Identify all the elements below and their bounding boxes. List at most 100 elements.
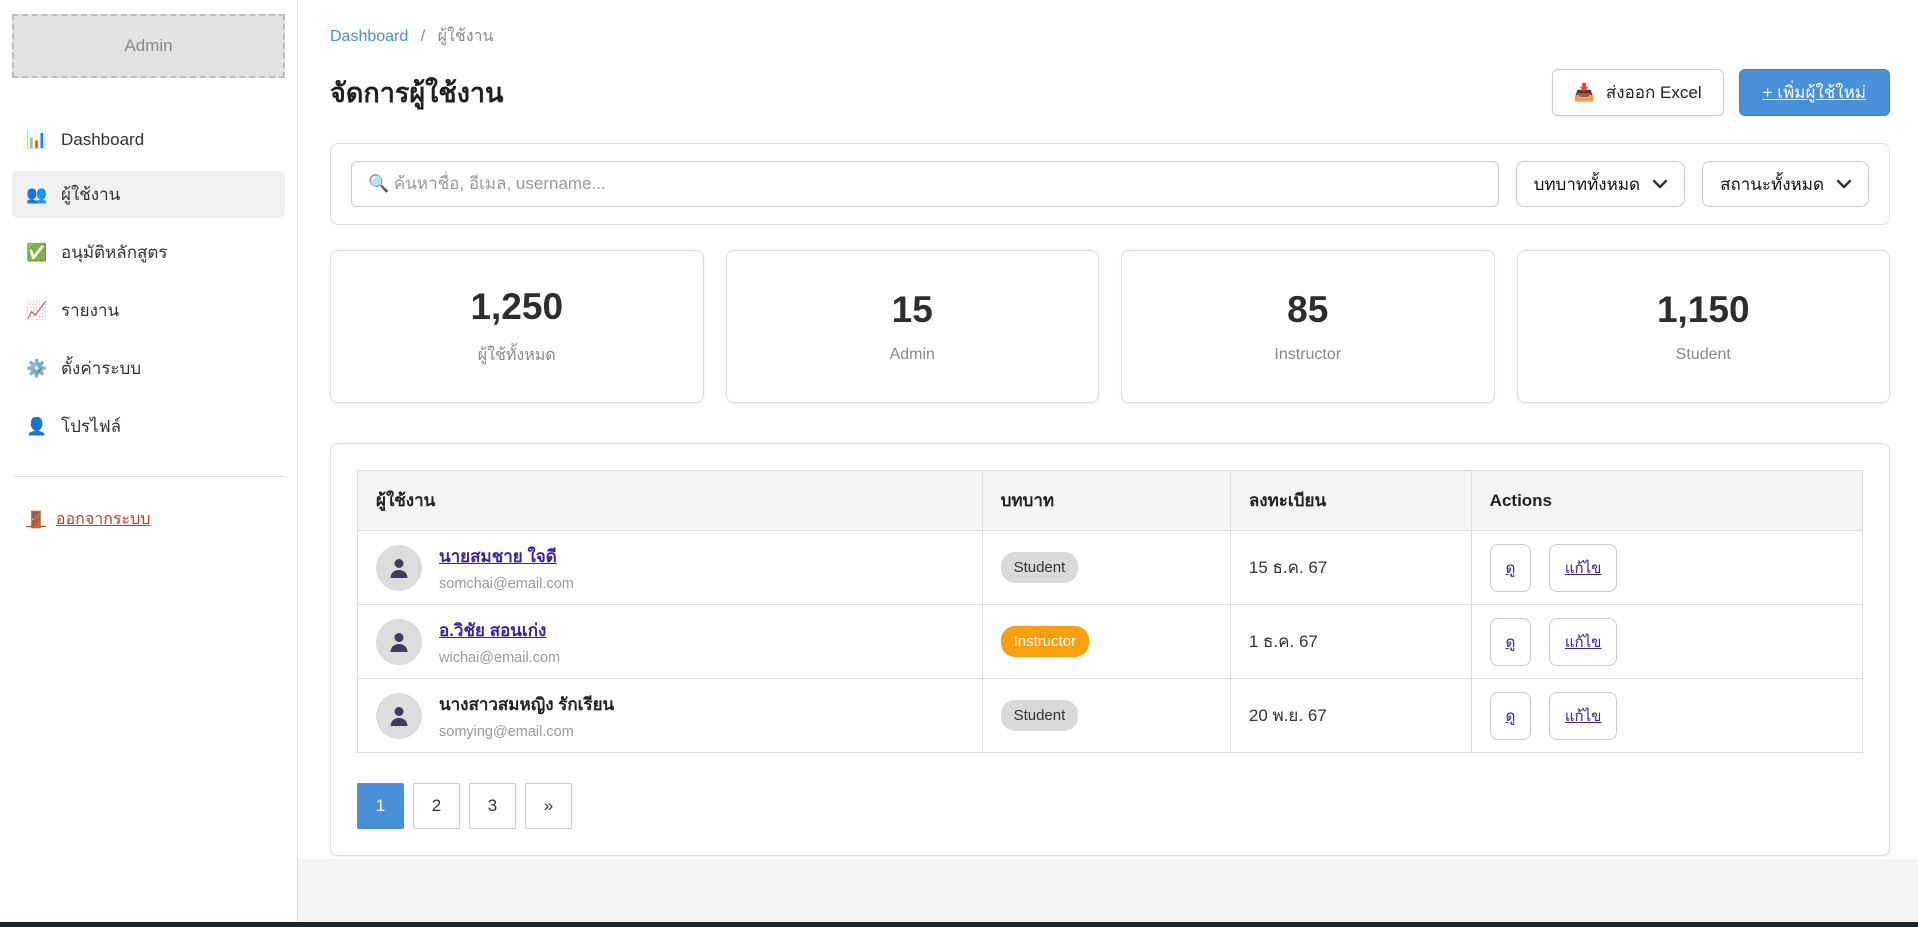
header-buttons: 📥 ส่งออก Excel + เพิ่มผู้ใช้ใหม่ xyxy=(1552,69,1890,116)
sidebar-item-profile[interactable]: 👤 โปรไฟล์ xyxy=(12,403,285,450)
status-filter-value: สถานะทั้งหมด xyxy=(1720,171,1824,198)
user-cell: นายสมชาย ใจดี somchai@email.com xyxy=(376,543,964,592)
column-header-role: บทบาท xyxy=(982,471,1230,531)
registered-date: 15 ธ.ค. 67 xyxy=(1249,558,1327,577)
person-silhouette-icon xyxy=(387,704,411,728)
status-filter-select[interactable]: สถานะทั้งหมด xyxy=(1702,161,1869,207)
user-cell: นางสาวสมหญิง รักเรียน somying@email.com xyxy=(376,691,964,740)
main-content: Dashboard / ผู้ใช้งาน จัดการผู้ใช้งาน 📥 … xyxy=(298,0,1918,856)
sidebar-item-dashboard[interactable]: 📊 Dashboard xyxy=(12,120,285,160)
stat-cards: 1,250 ผู้ใช้ทั้งหมด 15 Admin 85 Instruct… xyxy=(330,250,1890,403)
stat-label: Instructor xyxy=(1274,346,1341,364)
chevron-down-icon xyxy=(1837,180,1851,189)
bar-chart-icon: 📊 xyxy=(26,130,48,150)
page-button-3[interactable]: 3 xyxy=(469,783,516,829)
sidebar-nav: 📊 Dashboard 👥 ผู้ใช้งาน ✅ อนุมัติหลักสูต… xyxy=(12,120,285,450)
sidebar-item-settings[interactable]: ⚙️ ตั้งค่าระบบ xyxy=(12,345,285,392)
filter-bar: บทบาททั้งหมด สถานะทั้งหมด xyxy=(330,143,1890,225)
pagination: 1 2 3 » xyxy=(357,783,1863,829)
download-tray-icon: 📥 xyxy=(1574,83,1595,103)
page-button-next[interactable]: » xyxy=(525,783,572,829)
check-icon: ✅ xyxy=(26,243,48,263)
table-header-row: ผู้ใช้งาน บทบาท ลงทะเบียน Actions xyxy=(358,471,1863,531)
page-background xyxy=(298,859,1918,922)
sidebar-item-label: รายงาน xyxy=(61,297,119,324)
role-filter-value: บทบาททั้งหมด xyxy=(1534,171,1641,198)
edit-button[interactable]: แก้ไข xyxy=(1549,618,1618,666)
avatar xyxy=(376,693,422,739)
page-header: จัดการผู้ใช้งาน 📥 ส่งออก Excel + เพิ่มผู… xyxy=(330,69,1890,116)
column-header-actions: Actions xyxy=(1471,471,1862,531)
stat-value: 1,150 xyxy=(1657,289,1750,331)
users-icon: 👥 xyxy=(26,185,48,205)
user-email: somying@email.com xyxy=(439,724,614,740)
export-excel-label: ส่งออก Excel xyxy=(1606,79,1702,106)
door-icon: 🚪 xyxy=(26,510,46,530)
user-email: somchai@email.com xyxy=(439,576,574,592)
edit-button[interactable]: แก้ไข xyxy=(1549,692,1618,740)
users-table: ผู้ใช้งาน บทบาท ลงทะเบียน Actions xyxy=(357,470,1863,753)
stat-card-total-users: 1,250 ผู้ใช้ทั้งหมด xyxy=(330,250,704,403)
person-silhouette-icon xyxy=(387,630,411,654)
breadcrumb: Dashboard / ผู้ใช้งาน xyxy=(330,24,1890,49)
stat-label: Admin xyxy=(890,346,935,364)
sidebar-item-course-approval[interactable]: ✅ อนุมัติหลักสูตร xyxy=(12,229,285,276)
user-name-link[interactable]: นายสมชาย ใจดี xyxy=(439,547,557,566)
role-badge: Student xyxy=(1001,552,1079,583)
user-name: นางสาวสมหญิง รักเรียน xyxy=(439,691,614,718)
page-title: จัดการผู้ใช้งาน xyxy=(330,71,504,114)
breadcrumb-separator: / xyxy=(421,28,425,45)
column-header-user: ผู้ใช้งาน xyxy=(358,471,983,531)
sidebar-item-label: ผู้ใช้งาน xyxy=(61,181,120,208)
registered-date: 1 ธ.ค. 67 xyxy=(1249,632,1318,651)
sidebar-item-users[interactable]: 👥 ผู้ใช้งาน xyxy=(12,171,285,218)
user-cell: อ.วิชัย สอนเก่ง wichai@email.com xyxy=(376,617,964,666)
user-name-link[interactable]: อ.วิชัย สอนเก่ง xyxy=(439,621,546,640)
search-input[interactable] xyxy=(351,161,1499,207)
add-user-button[interactable]: + เพิ่มผู้ใช้ใหม่ xyxy=(1739,69,1890,116)
user-name: นายสมชาย ใจดี xyxy=(439,543,574,570)
sidebar-item-label: โปรไฟล์ xyxy=(61,413,121,440)
stat-value: 85 xyxy=(1287,289,1328,331)
user-name: อ.วิชัย สอนเก่ง xyxy=(439,617,560,644)
stat-label: Student xyxy=(1676,346,1731,364)
stat-label: ผู้ใช้ทั้งหมด xyxy=(478,343,556,368)
chevron-down-icon xyxy=(1653,180,1667,189)
avatar xyxy=(376,619,422,665)
person-icon: 👤 xyxy=(26,417,48,437)
table-row: นางสาวสมหญิง รักเรียน somying@email.com … xyxy=(358,679,1863,753)
stat-card-instructor: 85 Instructor xyxy=(1121,250,1495,403)
registered-date: 20 พ.ย. 67 xyxy=(1249,706,1327,725)
chart-increasing-icon: 📈 xyxy=(26,301,48,321)
user-email: wichai@email.com xyxy=(439,650,560,666)
role-badge: Student xyxy=(1001,700,1079,731)
page-button-1[interactable]: 1 xyxy=(357,783,404,829)
view-button[interactable]: ดู xyxy=(1490,618,1532,666)
export-excel-button[interactable]: 📥 ส่งออก Excel xyxy=(1552,69,1724,116)
role-badge: Instructor xyxy=(1001,626,1090,657)
edit-button[interactable]: แก้ไข xyxy=(1549,544,1618,592)
sidebar-item-label: อนุมัติหลักสูตร xyxy=(61,239,168,266)
sidebar-item-label: Dashboard xyxy=(61,130,144,150)
role-filter-select[interactable]: บทบาททั้งหมด xyxy=(1516,161,1686,207)
breadcrumb-current: ผู้ใช้งาน xyxy=(438,28,494,45)
view-button[interactable]: ดู xyxy=(1490,544,1532,592)
sidebar-divider xyxy=(14,476,283,477)
logout-label: ออกจากระบบ xyxy=(56,507,150,532)
column-header-registered: ลงทะเบียน xyxy=(1230,471,1471,531)
breadcrumb-dashboard-link[interactable]: Dashboard xyxy=(330,28,408,45)
stat-value: 1,250 xyxy=(470,286,563,328)
sidebar-item-reports[interactable]: 📈 รายงาน xyxy=(12,287,285,334)
view-button[interactable]: ดู xyxy=(1490,692,1532,740)
person-silhouette-icon xyxy=(387,556,411,580)
users-table-card: ผู้ใช้งาน บทบาท ลงทะเบียน Actions xyxy=(330,443,1890,856)
logout-link[interactable]: 🚪 ออกจากระบบ xyxy=(12,497,285,542)
avatar xyxy=(376,545,422,591)
admin-logo-box: Admin xyxy=(12,14,285,78)
app-window: Admin 📊 Dashboard 👥 ผู้ใช้งาน ✅ อนุมัติห… xyxy=(0,0,1918,922)
stat-card-student: 1,150 Student xyxy=(1517,250,1891,403)
bottom-edge-bar xyxy=(0,922,1918,927)
gear-icon: ⚙️ xyxy=(26,359,48,379)
page-button-2[interactable]: 2 xyxy=(413,783,460,829)
sidebar: Admin 📊 Dashboard 👥 ผู้ใช้งาน ✅ อนุมัติห… xyxy=(0,0,298,922)
